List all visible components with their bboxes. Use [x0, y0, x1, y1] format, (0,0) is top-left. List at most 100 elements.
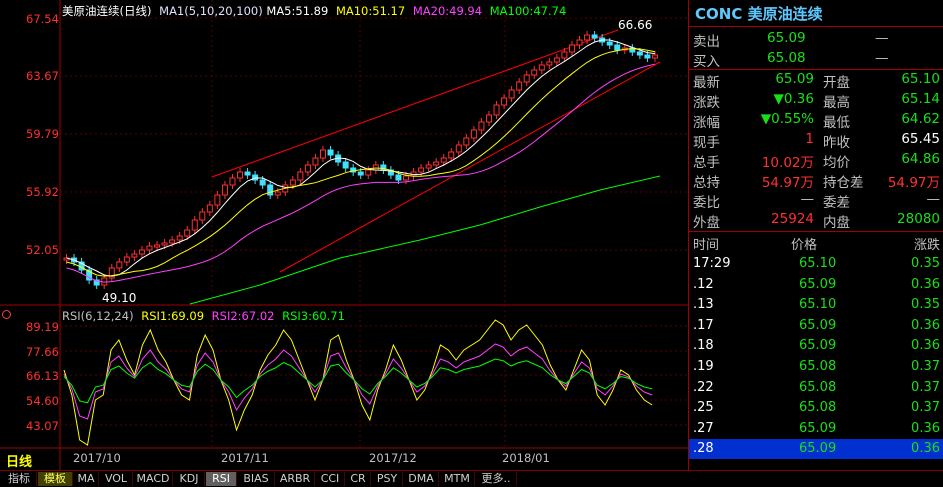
tab-vol[interactable]: VOL [100, 472, 133, 486]
tab-arbr[interactable]: ARBR [276, 472, 315, 486]
high-label: 最高 [823, 95, 850, 111]
avg-value: 64.86 [901, 151, 940, 167]
candle [614, 44, 621, 51]
quote-row-last: 最新 65.09 开盘 65.10 [689, 70, 943, 91]
oi-label: 总持 [693, 175, 720, 191]
tab-rsi[interactable]: RSI [206, 472, 237, 486]
tick-row[interactable]: .19 65.08 0.37 [689, 357, 943, 377]
ma5-value: MA5:51.89 [266, 4, 329, 18]
tick-row[interactable]: .22 65.08 0.37 [689, 378, 943, 398]
tick-change: 0.35 [911, 297, 940, 313]
tab-cci[interactable]: CCI [316, 472, 345, 486]
indicator-settings-icon[interactable] [2, 310, 11, 319]
quote-row-curvol: 现手 1 昨收 65.45 [689, 130, 943, 151]
ma100-value: MA100:47.74 [489, 4, 567, 18]
chart-area[interactable]: 美原油连续(日线) MA1(5,10,20,100) MA5:51.89 MA1… [0, 0, 688, 470]
candle [568, 44, 575, 53]
tab-ma[interactable]: MA [74, 472, 99, 486]
candle [357, 171, 364, 176]
tick-price: 65.09 [799, 338, 837, 354]
candle [342, 161, 349, 169]
total-vol-value: 10.02万 [761, 155, 814, 171]
tab-mtm[interactable]: MTM [440, 472, 475, 486]
tick-time: .13 [693, 297, 714, 313]
candle [244, 171, 251, 176]
tick-row[interactable]: .18 65.09 0.36 [689, 336, 943, 356]
ma-legend: 美原油连续(日线) MA1(5,10,20,100) MA5:51.89 MA1… [62, 3, 566, 19]
candle [636, 51, 643, 56]
tick-time: .17 [693, 317, 714, 333]
outer-label: 外盘 [693, 215, 720, 231]
tick-change: 0.37 [911, 400, 940, 416]
candle [523, 74, 530, 83]
candle [402, 175, 409, 181]
rsi-axis-label: 54.60 [26, 394, 59, 408]
tab-template[interactable]: 模板 [38, 472, 73, 486]
candle [320, 149, 327, 159]
cur-vol-label: 现手 [693, 135, 720, 151]
tab-macd[interactable]: MACD [134, 472, 173, 486]
tick-row[interactable]: .17 65.09 0.36 [689, 316, 943, 336]
price-axis-label: 67.54 [26, 12, 59, 26]
buy-price: 65.08 [767, 50, 806, 66]
tick-time: .19 [693, 359, 714, 374]
price-axis-label: 52.05 [26, 243, 59, 257]
tick-row[interactable]: .13 65.10 0.35 [689, 295, 943, 315]
tab-kdj[interactable]: KDJ [174, 472, 205, 486]
tick-row[interactable]: .25 65.08 0.37 [689, 398, 943, 418]
tick-price: 65.09 [799, 420, 837, 436]
low-price-annotation: 49.10 [102, 291, 137, 305]
ticks-header-change: 涨跌 [913, 238, 940, 253]
diff-label: 委差 [823, 195, 850, 211]
candle [448, 151, 455, 159]
oi-chg-label: 持仓差 [823, 175, 864, 191]
candle [123, 256, 130, 263]
ma100-line [189, 175, 661, 305]
change-value: ▼0.36 [773, 91, 814, 107]
candle [221, 184, 228, 196]
tick-row[interactable]: .27 65.09 0.36 [689, 419, 943, 439]
tab-bias[interactable]: BIAS [238, 472, 275, 486]
candle [538, 64, 545, 71]
tick-row[interactable]: .12 65.09 0.36 [689, 275, 943, 295]
quote-row-change: 涨跌 ▼0.36 最高 65.14 [689, 90, 943, 111]
quote-row-ratio: 委比 — 委差 — [689, 190, 943, 211]
tick-price: 65.10 [799, 297, 837, 313]
total-vol-label: 总手 [693, 155, 720, 171]
trendline [211, 29, 619, 178]
tab-indicator[interactable]: 指标 [2, 472, 37, 486]
tick-price: 65.10 [799, 256, 837, 271]
quote-row-oi: 总持 54.97万 持仓差 54.97万 [689, 170, 943, 191]
tick-change: 0.35 [911, 256, 940, 271]
tick-row[interactable]: 17:29 65.10 0.35 [689, 254, 943, 274]
buy-row[interactable]: 买入 65.08 — [689, 49, 943, 70]
tab-cr[interactable]: CR [346, 472, 371, 486]
symbol-header: CONC 美原油连续 [695, 3, 823, 24]
candle [267, 184, 274, 196]
tab-dma[interactable]: DMA [404, 472, 439, 486]
sell-row[interactable]: 卖出 65.09 — [689, 29, 943, 50]
tick-time: 17:29 [693, 256, 731, 271]
quote-row-pct: 涨幅 ▼0.55% 最低 64.62 [689, 110, 943, 131]
tick-row[interactable]: .28 65.09 0.36 [689, 439, 943, 460]
sell-volume: — [875, 30, 889, 46]
inner-label: 内盘 [823, 215, 850, 231]
high-price-annotation: 66.66 [618, 18, 653, 32]
tick-change: 0.36 [911, 338, 940, 354]
period-label[interactable]: 日线 [6, 451, 32, 470]
diff-value: — [926, 191, 941, 207]
candle [176, 235, 183, 241]
candle [501, 97, 508, 106]
candle [131, 253, 138, 258]
ratio-value: — [800, 191, 815, 207]
quote-panel: CONC 美原油连续 卖出 65.09 — 买入 65.08 — 最新 65.0… [688, 0, 943, 486]
candle [433, 161, 440, 166]
candle [154, 244, 161, 248]
candle [214, 194, 221, 206]
ratio-label: 委比 [693, 195, 720, 211]
tab-more[interactable]: 更多.. [476, 472, 517, 486]
tab-psy[interactable]: PSY [372, 472, 403, 486]
kline-chart[interactable] [0, 0, 688, 470]
candle [531, 69, 538, 76]
candle [425, 164, 432, 169]
